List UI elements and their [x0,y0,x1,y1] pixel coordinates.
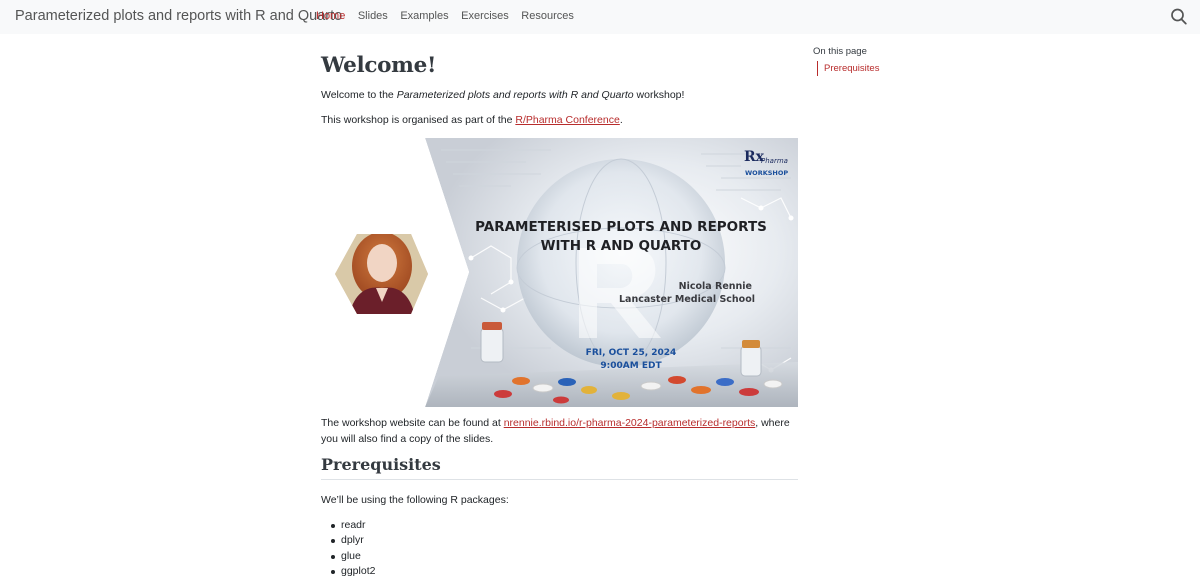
packages-intro: We’ll be using the following R packages: [321,494,509,506]
nav-exercises[interactable]: Exercises [461,10,509,22]
svg-text:Pharma: Pharma [761,157,788,165]
nav-slides[interactable]: Slides [358,10,388,22]
banner-time: 9:00AM EDT [600,361,662,371]
banner-headline-2: WITH R AND QUARTO [541,238,702,254]
banner-headline-1: PARAMETERISED PLOTS AND REPORTS [475,219,767,235]
main-content: Welcome! Welcome to the Parameterized pl… [321,50,798,577]
site-title[interactable]: Parameterized plots and reports with R a… [15,8,342,24]
workshop-website-link[interactable]: nrennie.rbind.io/r-pharma-2024-parameter… [504,417,756,429]
rpharma-conference-link[interactable]: R/Pharma Conference [515,114,619,126]
page-title: Welcome! [321,53,437,78]
list-item: dplyr [321,533,375,548]
banner-speaker-name: Nicola Rennie [679,281,752,292]
workshop-title-emphasis: Parameterized plots and reports with R a… [396,89,634,101]
toc-title: On this page [813,46,867,57]
intro-paragraph: Welcome to the Parameterized plots and r… [321,89,685,101]
list-item: ggplot2 [321,564,375,579]
workshop-banner-image: Rx Pharma WORKSHOP PARAMETERISED PLOTS A… [321,138,798,407]
organised-paragraph: This workshop is organised as part of th… [321,114,623,126]
search-icon[interactable] [1170,7,1188,27]
banner-date: FRI, OCT 25, 2024 [586,348,677,358]
nav-resources[interactable]: Resources [521,10,574,22]
toc-item-prerequisites[interactable]: Prerequisites [817,61,879,76]
banner-speaker-org: Lancaster Medical School [619,294,755,305]
svg-text:WORKSHOP: WORKSHOP [745,169,788,177]
list-item: readr [321,518,375,533]
prerequisites-heading: Prerequisites [321,455,798,480]
nav-home[interactable]: Home [316,10,345,22]
nav-examples[interactable]: Examples [400,10,448,22]
website-paragraph: The workshop website can be found at nre… [321,417,790,445]
table-of-contents: On this page Prerequisites [813,46,879,76]
top-navbar: Parameterized plots and reports with R a… [0,0,1200,34]
nav-menu: Home Slides Examples Exercises Resources [316,10,586,22]
package-list: readr dplyr glue ggplot2 [321,518,375,579]
list-item: glue [321,549,375,564]
